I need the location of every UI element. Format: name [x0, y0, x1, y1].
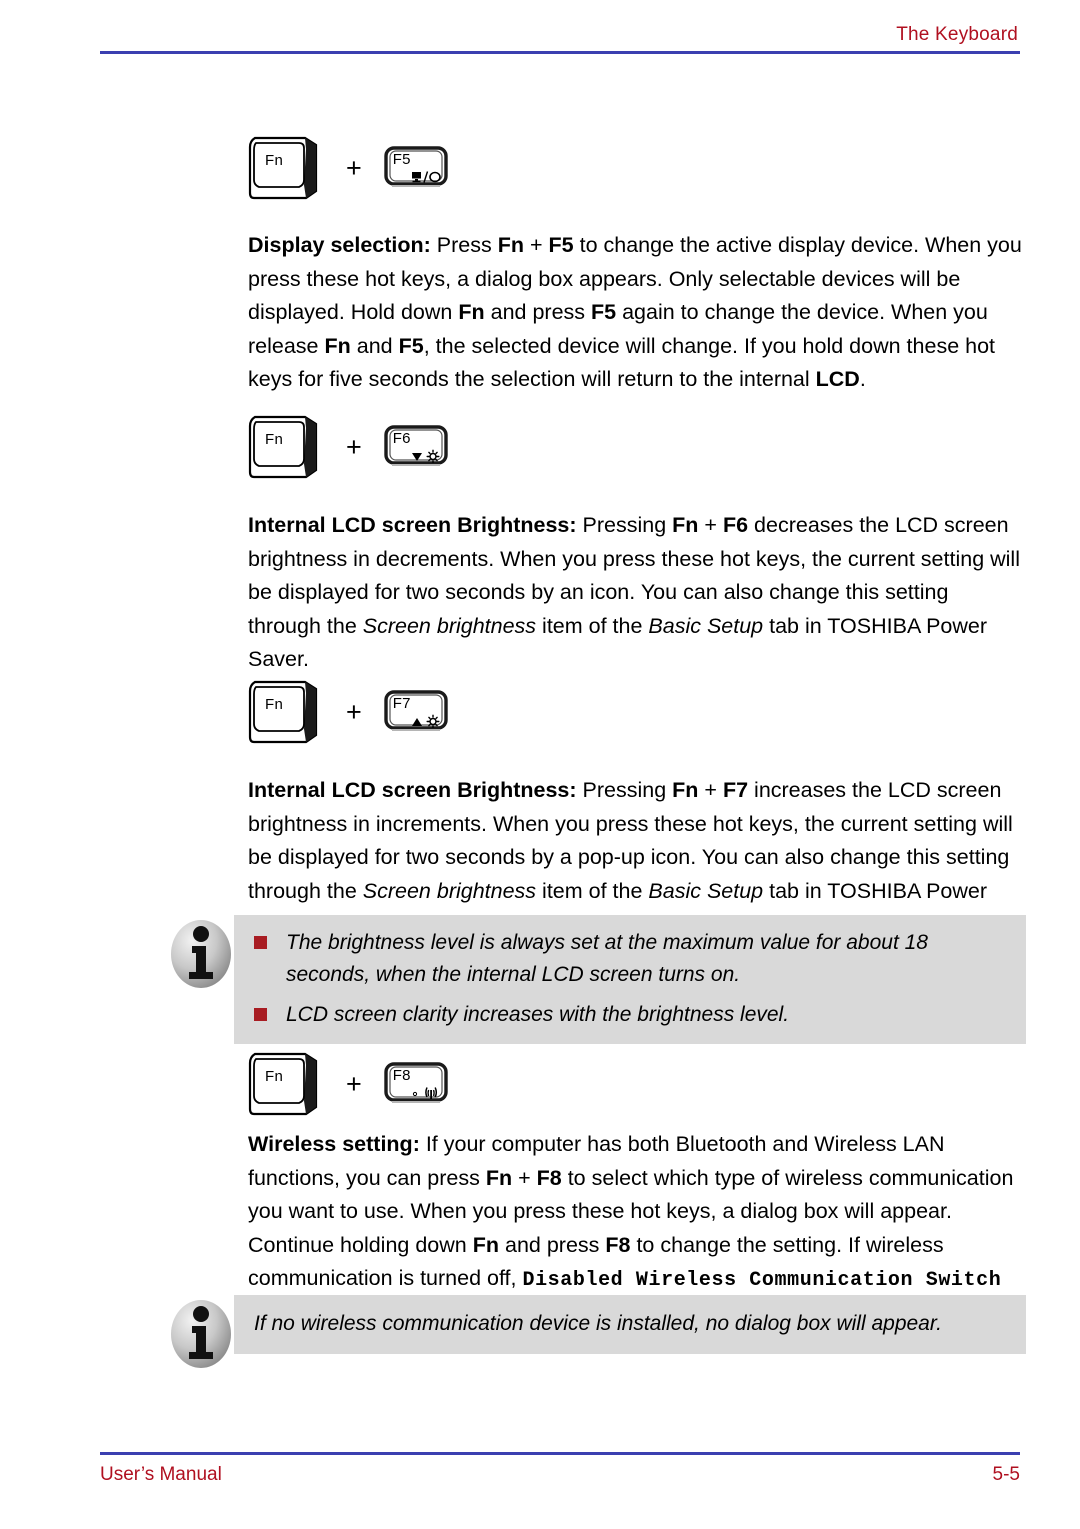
wireless-antenna-icon	[411, 1083, 441, 1100]
key-combo-f7: Fn + F7	[248, 676, 448, 748]
paragraph-heading-f7: Internal LCD screen Brightness:	[248, 778, 577, 802]
info-icon	[168, 917, 234, 991]
function-keycap-f8: F8	[384, 1062, 448, 1106]
footer-divider	[100, 1452, 1020, 1455]
function-key-label: F7	[392, 695, 411, 712]
fn-key-label: Fn	[265, 696, 284, 713]
square-bullet-icon	[254, 936, 267, 949]
info-icon	[168, 1297, 234, 1371]
fn-keycap: Fn	[248, 679, 322, 745]
function-keycap-f7: F7	[384, 690, 448, 734]
footer-manual-label: User’s Manual	[100, 1464, 222, 1485]
fn-keycap: Fn	[248, 414, 322, 480]
plus-symbol: +	[346, 1068, 362, 1099]
header-divider	[100, 51, 1020, 54]
function-keycap-f6: F6	[384, 425, 448, 469]
hotkey-row-f5: Fn + F5	[248, 132, 448, 204]
key-combo-f6: Fn + F6	[248, 411, 448, 483]
function-key-label: F5	[392, 151, 411, 168]
note-brightness: The brightness level is always set at th…	[168, 915, 1026, 1044]
plus-symbol: +	[346, 152, 362, 183]
square-bullet-icon	[254, 1008, 267, 1021]
page-footer: User’s Manual 5-5	[100, 1452, 1020, 1486]
paragraph-heading-f6: Internal LCD screen Brightness:	[248, 513, 577, 537]
monospace-code-text: Disabled Wireless Communication Switch	[522, 1269, 1002, 1292]
fn-key-label: Fn	[265, 431, 284, 448]
plus-symbol: +	[346, 431, 362, 462]
function-key-label: F6	[392, 430, 411, 447]
note-list-item: LCD screen clarity increases with the br…	[254, 999, 1008, 1031]
note-list-item: The brightness level is always set at th…	[254, 927, 1008, 991]
note-body: The brightness level is always set at th…	[234, 915, 1026, 1044]
function-keycap-f5: F5	[384, 146, 448, 190]
key-combo-f5: Fn + F5	[248, 132, 448, 204]
page-title: The Keyboard	[896, 24, 1018, 45]
fn-keycap: Fn	[248, 135, 322, 201]
function-key-label: F8	[392, 1067, 411, 1084]
page-header: The Keyboard	[100, 24, 1020, 54]
note-body: If no wireless communication device is i…	[234, 1295, 1026, 1354]
paragraph-f6: Internal LCD screen Brightness: Pressing…	[248, 509, 1026, 677]
note-text: If no wireless communication device is i…	[254, 1312, 942, 1335]
fn-key-label: Fn	[265, 1068, 284, 1085]
fn-keycap: Fn	[248, 1051, 322, 1117]
hotkey-row-f7: Fn + F7	[248, 676, 448, 748]
footer-page-number: 5-5	[992, 1464, 1020, 1485]
brightness-increase-icon	[411, 711, 441, 728]
key-combo-f8: Fn + F8	[248, 1048, 448, 1120]
note-wireless: If no wireless communication device is i…	[168, 1295, 1026, 1371]
fn-key-label: Fn	[265, 152, 284, 169]
paragraph-heading-f8: Wireless setting:	[248, 1132, 420, 1156]
brightness-decrease-icon	[411, 446, 441, 463]
hotkey-row-f8: Fn + F8	[248, 1048, 448, 1120]
hotkey-row-f6: Fn + F6	[248, 411, 448, 483]
paragraph-heading-f5: Display selection:	[248, 233, 431, 257]
plus-symbol: +	[346, 696, 362, 727]
display-monitor-slash-lcd-icon	[411, 167, 441, 184]
paragraph-f5: Display selection: Press Fn + F5 to chan…	[248, 229, 1026, 397]
